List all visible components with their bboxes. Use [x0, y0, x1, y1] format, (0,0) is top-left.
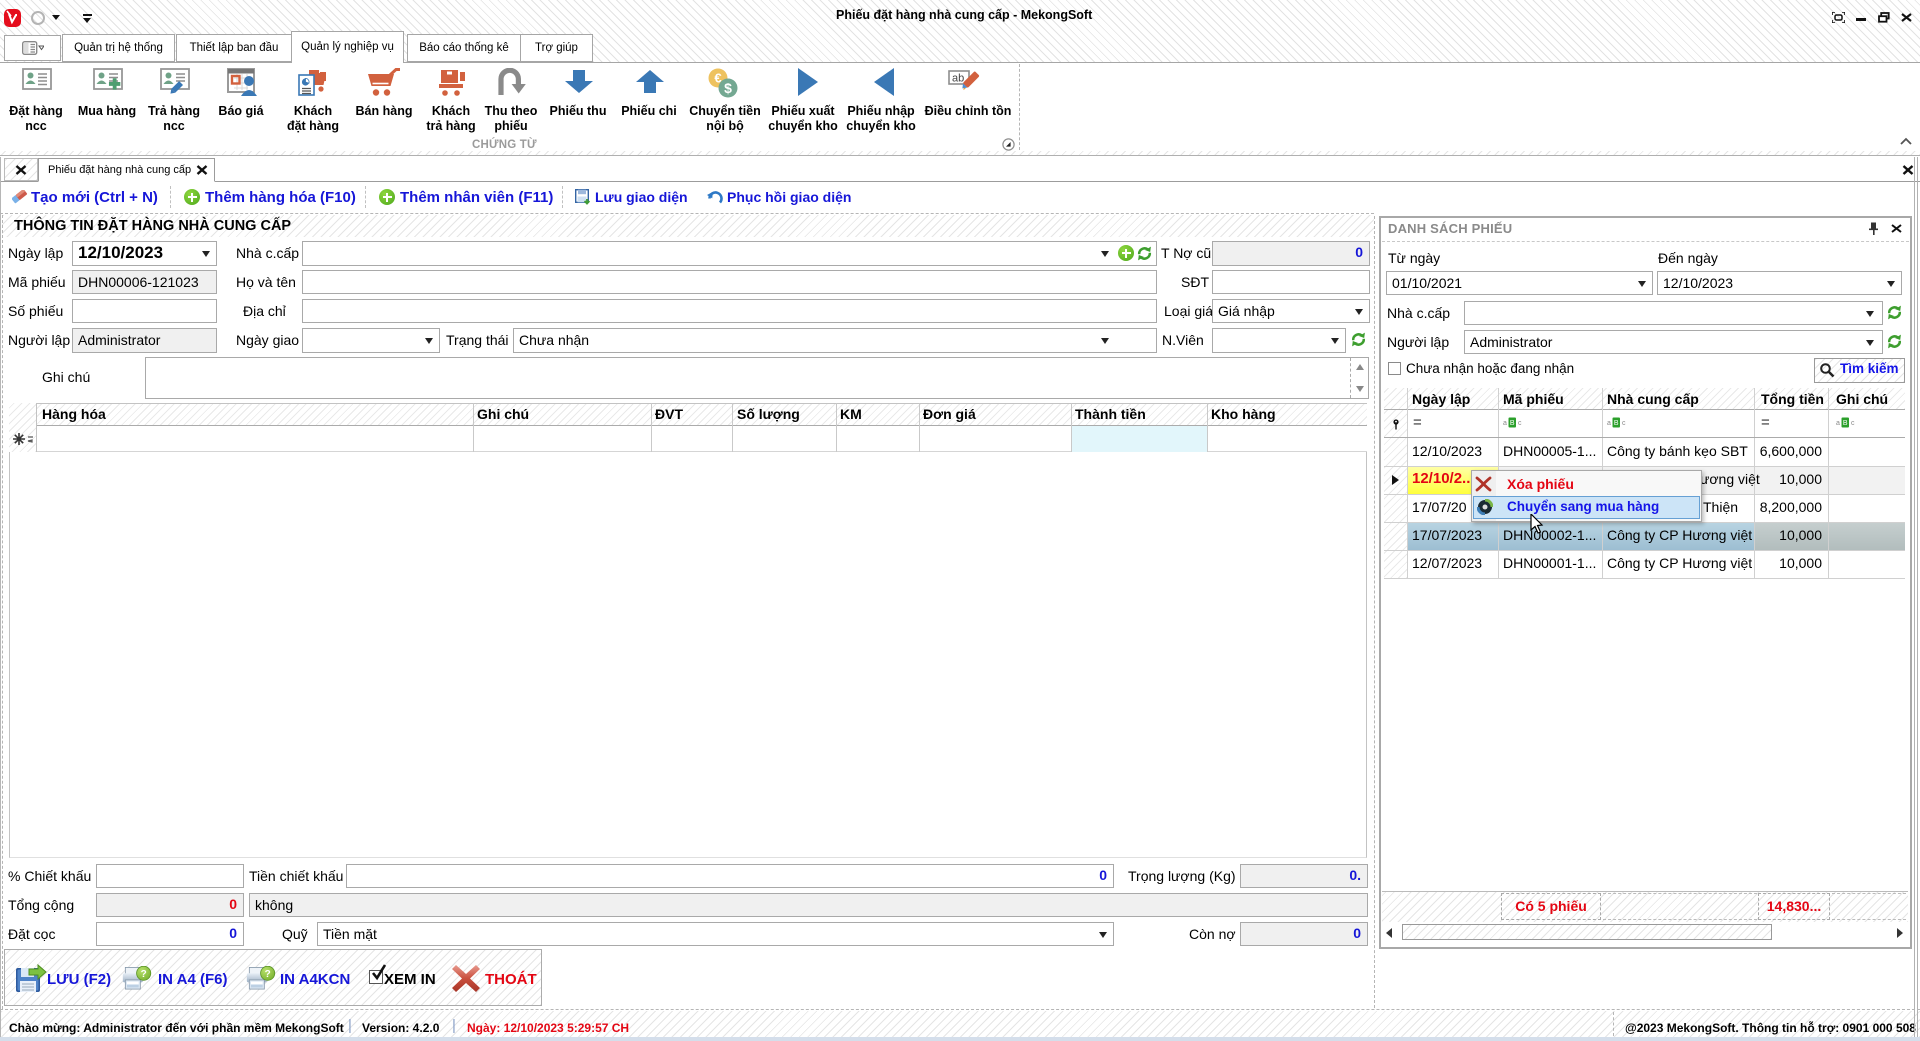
svg-text:a: a — [1503, 420, 1507, 427]
svg-text:c: c — [1622, 420, 1626, 427]
svg-text:c: c — [1851, 420, 1855, 427]
svg-text:B: B — [1510, 420, 1515, 427]
svg-text:c: c — [1518, 420, 1522, 427]
svg-text:B: B — [1843, 420, 1848, 427]
svg-text:$: $ — [724, 80, 732, 96]
svg-text:a: a — [1607, 420, 1611, 427]
svg-text:B: B — [1614, 420, 1619, 427]
svg-text:ab: ab — [952, 73, 964, 85]
svg-text:a: a — [1836, 420, 1840, 427]
svg-text:?: ? — [141, 969, 147, 980]
svg-text:?: ? — [265, 969, 271, 980]
